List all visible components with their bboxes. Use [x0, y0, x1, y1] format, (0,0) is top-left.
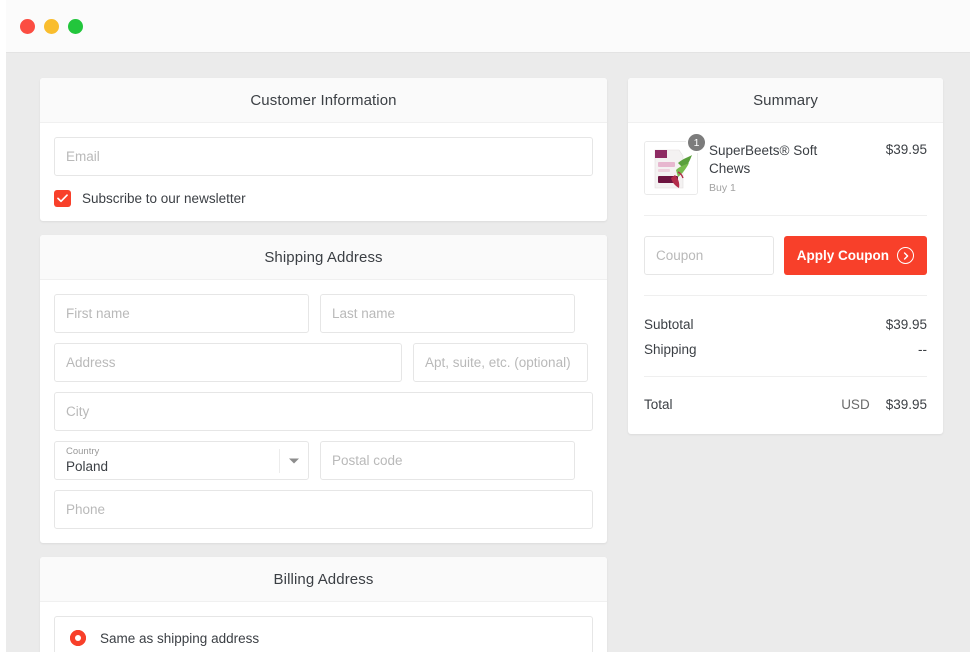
quantity-badge: 1: [686, 132, 707, 153]
same-as-shipping-option[interactable]: Same as shipping address: [54, 616, 593, 652]
customer-information-body: Email Subscribe to our newsletter: [40, 123, 607, 221]
phone-input[interactable]: Phone: [54, 490, 593, 529]
shipping-address-title: Shipping Address: [264, 248, 383, 266]
product-info: SuperBeets® Soft Chews Buy 1: [709, 141, 875, 194]
grand-total-label: Total: [644, 397, 673, 412]
product-name: SuperBeets® Soft Chews: [709, 143, 818, 176]
product-offer-label: Buy 1: [709, 182, 736, 194]
product-price: $39.95: [885, 142, 927, 157]
shipping-label: Shipping: [644, 342, 697, 357]
country-select-value: Poland: [66, 459, 109, 474]
grand-total-currency: USD: [841, 397, 870, 412]
country-select-label: Country: [66, 446, 100, 457]
summary-line-item: 1 SuperBeets® Soft Chews Buy 1 $39.95: [644, 123, 927, 215]
order-summary-card: Summary 1 SuperBeets® Soft Chews Buy 1 $…: [628, 78, 943, 434]
shipping-address-header: Shipping Address: [40, 235, 607, 280]
chevron-down-icon[interactable]: [289, 458, 299, 463]
shipping-row: Shipping --: [644, 337, 927, 362]
postal-code-input[interactable]: Postal code: [320, 441, 575, 480]
checkout-page: Customer Information Email Subscribe to …: [0, 0, 970, 652]
newsletter-checkbox-row[interactable]: Subscribe to our newsletter: [54, 190, 593, 207]
subtotal-row: Subtotal $39.95: [644, 312, 927, 337]
maximize-window-button[interactable]: [68, 18, 83, 34]
radio-inner-dot: [75, 635, 81, 641]
same-as-shipping-label: Same as shipping address: [100, 630, 260, 646]
customer-information-header: Customer Information: [40, 78, 607, 123]
close-window-button[interactable]: [20, 18, 35, 34]
coupon-input[interactable]: Coupon: [644, 236, 774, 275]
first-name-input[interactable]: First name: [54, 294, 309, 333]
shipping-address-card: Shipping Address First name Last name Ad…: [40, 235, 607, 543]
address-input[interactable]: Address: [54, 343, 402, 382]
customer-information-title: Customer Information: [250, 91, 397, 109]
name-row: First name Last name: [54, 294, 593, 333]
grand-total-row: Total USD $39.95: [644, 377, 927, 434]
radio-selected-icon[interactable]: [70, 630, 86, 646]
billing-address-title: Billing Address: [273, 570, 374, 588]
checkout-form-column: Customer Information Email Subscribe to …: [40, 78, 607, 652]
apply-coupon-button[interactable]: Apply Coupon: [783, 236, 927, 275]
coupon-row: Coupon Apply Coupon: [644, 216, 927, 295]
country-select[interactable]: Country Poland: [54, 441, 309, 480]
shipping-address-body: First name Last name Address Apt, suite,…: [40, 280, 607, 543]
newsletter-label: Subscribe to our newsletter: [82, 191, 246, 206]
city-row: City: [54, 392, 593, 431]
city-input[interactable]: City: [54, 392, 593, 431]
billing-address-body: Same as shipping address: [40, 602, 607, 652]
grand-total-values: USD $39.95: [841, 397, 927, 412]
minimize-window-button[interactable]: [44, 18, 59, 34]
select-divider: [279, 449, 280, 473]
customer-information-card: Customer Information Email Subscribe to …: [40, 78, 607, 221]
summary-totals: Subtotal $39.95 Shipping --: [644, 296, 927, 364]
checkbox-checked-icon[interactable]: [54, 190, 71, 207]
arrow-right-icon: [897, 247, 914, 264]
subtotal-value: $39.95: [885, 317, 927, 332]
summary-title: Summary: [753, 91, 818, 109]
address-row: Address Apt, suite, etc. (optional): [54, 343, 593, 382]
shipping-value: --: [918, 342, 927, 357]
window-titlebar: [6, 0, 970, 53]
last-name-input[interactable]: Last name: [320, 294, 575, 333]
phone-row: Phone: [54, 490, 593, 529]
billing-address-header: Billing Address: [40, 557, 607, 602]
apply-coupon-label: Apply Coupon: [796, 248, 889, 263]
page-content: Customer Information Email Subscribe to …: [6, 53, 970, 652]
summary-header: Summary: [628, 78, 943, 123]
summary-body: 1 SuperBeets® Soft Chews Buy 1 $39.95 Co…: [628, 123, 943, 434]
billing-address-card: Billing Address Same as shipping address: [40, 557, 607, 652]
product-thumbnail-wrap: 1: [644, 132, 707, 195]
subtotal-label: Subtotal: [644, 317, 694, 332]
grand-total-value: $39.95: [885, 397, 927, 412]
apartment-input[interactable]: Apt, suite, etc. (optional): [413, 343, 588, 382]
window-controls: [20, 18, 83, 34]
country-postal-row: Country Poland Postal code: [54, 441, 593, 480]
email-input[interactable]: Email: [54, 137, 593, 176]
